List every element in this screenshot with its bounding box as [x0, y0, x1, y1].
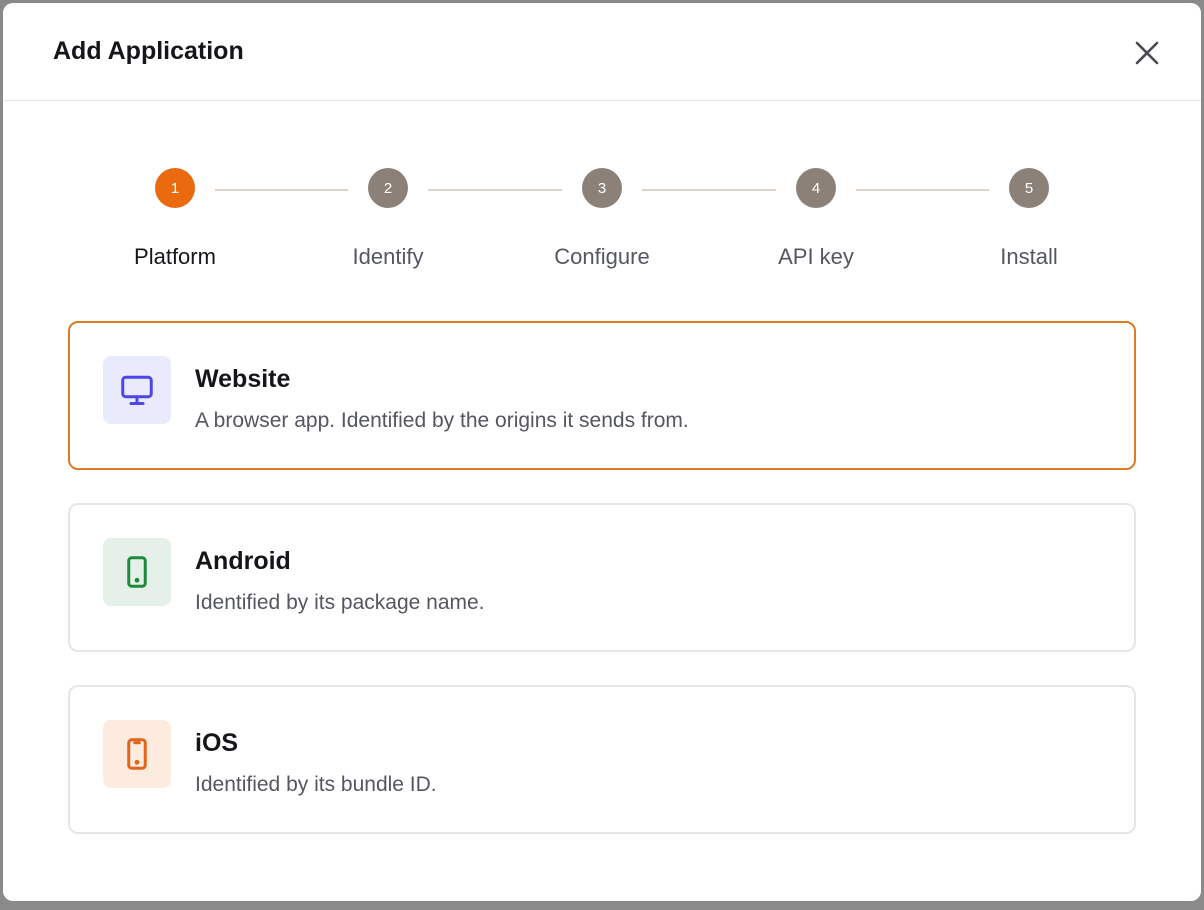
step-connector: [215, 189, 348, 191]
step-connector: [428, 189, 562, 191]
step-1-circle: 1: [155, 168, 195, 208]
platform-title: iOS: [195, 729, 239, 757]
add-application-dialog: Add Application 1 2 3 4 5 Platform Ident…: [3, 3, 1201, 901]
step-connector: [642, 189, 776, 191]
dialog-header: Add Application: [3, 3, 1201, 101]
step-4-label: API key: [778, 244, 854, 269]
step-connector: [856, 189, 989, 191]
step-5-label: Install: [1000, 244, 1058, 269]
close-icon: [1135, 41, 1159, 65]
close-button[interactable]: [1131, 37, 1163, 69]
step-5-circle: 5: [1009, 168, 1049, 208]
step-4-circle: 4: [796, 168, 836, 208]
platform-description: Identified by its bundle ID.: [195, 773, 437, 796]
smartphone-icon: [127, 556, 147, 588]
platform-card-ios[interactable]: iOS Identified by its bundle ID.: [68, 685, 1136, 834]
platform-title: Android: [195, 547, 291, 575]
smartphone-icon: [127, 738, 147, 770]
stepper: 1 2 3 4 5 Platform Identify Configure AP…: [3, 101, 1201, 291]
smartphone-icon-tile: [103, 720, 171, 788]
platform-description: A browser app. Identified by the origins…: [195, 409, 689, 432]
monitor-icon: [121, 375, 153, 405]
modal-backdrop: Add Application 1 2 3 4 5 Platform Ident…: [0, 0, 1204, 910]
step-3-circle: 3: [582, 168, 622, 208]
monitor-icon-tile: [103, 356, 171, 424]
step-3-label: Configure: [554, 244, 650, 269]
platform-options: Website A browser app. Identified by the…: [68, 321, 1136, 867]
platform-description: Identified by its package name.: [195, 591, 485, 614]
platform-card-website[interactable]: Website A browser app. Identified by the…: [68, 321, 1136, 470]
smartphone-icon-tile: [103, 538, 171, 606]
step-2-circle: 2: [368, 168, 408, 208]
platform-card-android[interactable]: Android Identified by its package name.: [68, 503, 1136, 652]
step-2-label: Identify: [352, 244, 424, 269]
step-1-label: Platform: [134, 244, 216, 269]
platform-title: Website: [195, 365, 291, 393]
dialog-title: Add Application: [53, 37, 244, 65]
